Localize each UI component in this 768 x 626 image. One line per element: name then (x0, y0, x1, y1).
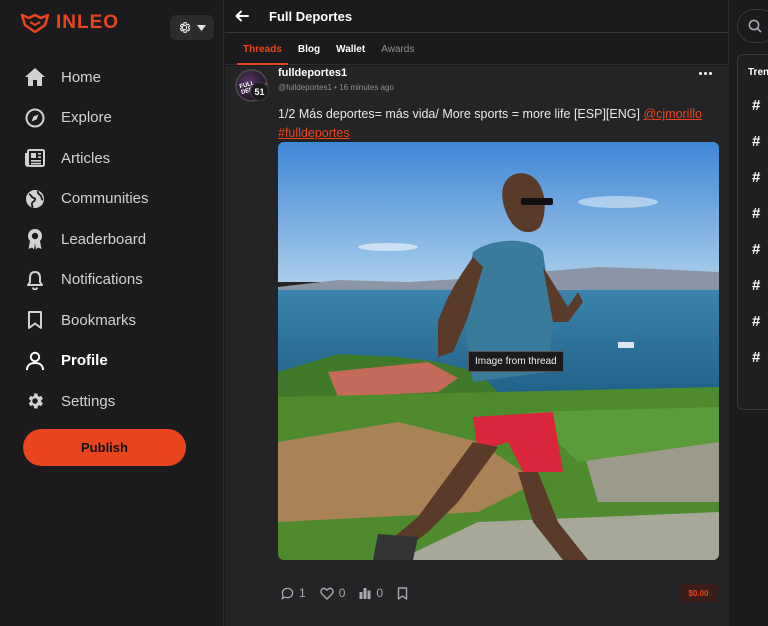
bookmark-button[interactable] (397, 586, 408, 600)
hashtag-link[interactable]: #fulldeportes (278, 126, 350, 140)
compass-icon (24, 107, 46, 129)
right-panel: Trending # # # # # # # # (730, 0, 768, 626)
trending-tag-icon[interactable]: # (752, 313, 760, 330)
like-count: 0 (338, 586, 346, 600)
gear-icon (179, 22, 191, 33)
trending-tag-icon[interactable]: # (752, 97, 760, 114)
theme-settings-button[interactable] (170, 15, 214, 40)
page-title: Full Deportes (269, 8, 353, 24)
sidebar-item-label: Explore (61, 109, 112, 127)
post-text: 1/2 Más deportes= más vida/ More sports … (278, 105, 720, 143)
image-tooltip: Image from thread (468, 351, 564, 372)
sidebar-item-label: Leaderboard (61, 230, 147, 248)
sidebar-item-articles[interactable]: Articles (0, 138, 224, 179)
post-actions: 1 0 0 (281, 586, 422, 600)
post-timestamp: 16 minutes ago (339, 83, 394, 92)
sidebar-item-explore[interactable]: Explore (0, 98, 224, 139)
page-header: Full Deportes (225, 0, 728, 33)
tab-awards[interactable]: Awards (373, 44, 422, 64)
inleo-logo[interactable]: INLEO (20, 12, 119, 34)
bell-icon (24, 269, 46, 291)
user-icon (24, 350, 46, 372)
sidebar-item-communities[interactable]: Communities (0, 179, 224, 220)
trending-panel: Trending # # # # # # # # (737, 54, 768, 410)
lion-logo-icon (20, 13, 50, 33)
search-input[interactable] (737, 9, 768, 43)
trending-title: Trending (748, 67, 768, 78)
vote-count: 0 (376, 586, 384, 600)
publish-button[interactable]: Publish (23, 429, 186, 466)
sidebar: INLEO Home Explore Articles Communities … (0, 0, 224, 626)
thread-post: FULL DEPORTES 51 fulldeportes1 @fulldepo… (225, 66, 729, 626)
like-button[interactable]: 0 (319, 586, 346, 600)
bookmark-icon (24, 309, 46, 331)
sidebar-item-leaderboard[interactable]: Leaderboard (0, 219, 224, 260)
sidebar-item-label: Bookmarks (61, 311, 137, 329)
main-column: Full Deportes Threads Blog Wallet Awards… (225, 0, 729, 626)
tab-threads[interactable]: Threads (235, 44, 290, 65)
bar-chart-icon (359, 588, 371, 599)
bookmark-icon (397, 586, 408, 600)
profile-tabs: Threads Blog Wallet Awards (225, 33, 728, 65)
more-options-icon[interactable] (699, 72, 712, 75)
chevron-down-icon (197, 24, 206, 31)
award-icon (24, 228, 46, 250)
comment-count: 1 (299, 586, 306, 600)
comment-icon (281, 587, 294, 600)
trending-tag-icon[interactable]: # (752, 349, 760, 366)
vote-button[interactable]: 0 (359, 586, 383, 600)
author-handle[interactable]: @fulldeportes1 (278, 83, 332, 92)
payout-badge[interactable]: $0.00 (680, 584, 717, 602)
tab-blog[interactable]: Blog (290, 44, 328, 64)
back-arrow-icon[interactable] (235, 10, 257, 22)
sidebar-item-label: Communities (61, 190, 149, 208)
home-icon (24, 66, 46, 88)
reputation-badge: 51 (250, 82, 269, 101)
sidebar-item-settings[interactable]: Settings (0, 381, 224, 422)
gear-icon (24, 390, 46, 412)
sidebar-item-label: Settings (61, 392, 116, 410)
heart-icon (319, 587, 334, 600)
sidebar-item-bookmarks[interactable]: Bookmarks (0, 300, 224, 341)
sidebar-item-profile[interactable]: Profile (0, 341, 224, 382)
logo-text: INLEO (56, 12, 120, 33)
trending-tag-icon[interactable]: # (752, 133, 760, 150)
sidebar-item-label: Profile (61, 352, 108, 370)
trending-tag-icon[interactable]: # (752, 169, 760, 186)
trending-tag-icon[interactable]: # (752, 205, 760, 222)
newspaper-icon (24, 147, 46, 169)
author-name[interactable]: fulldeportes1 (278, 67, 347, 79)
sidebar-item-home[interactable]: Home (0, 57, 224, 98)
tab-wallet[interactable]: Wallet (328, 44, 373, 64)
comment-button[interactable]: 1 (281, 586, 306, 600)
sidebar-item-label: Home (61, 68, 102, 86)
search-icon (748, 19, 762, 33)
post-text-content: 1/2 Más deportes= más vida/ More sports … (278, 107, 644, 121)
author-meta: @fulldeportes1 • 16 minutes ago (278, 83, 394, 92)
trending-tag-icon[interactable]: # (752, 241, 760, 258)
sidebar-item-notifications[interactable]: Notifications (0, 260, 224, 301)
sidebar-item-label: Notifications (61, 271, 143, 289)
sidebar-item-label: Articles (61, 149, 111, 167)
globe-icon (24, 188, 46, 210)
sidebar-nav: Home Explore Articles Communities Leader… (0, 57, 224, 422)
mention-link[interactable]: @cjmorillo (643, 107, 702, 121)
trending-tag-icon[interactable]: # (752, 277, 760, 294)
